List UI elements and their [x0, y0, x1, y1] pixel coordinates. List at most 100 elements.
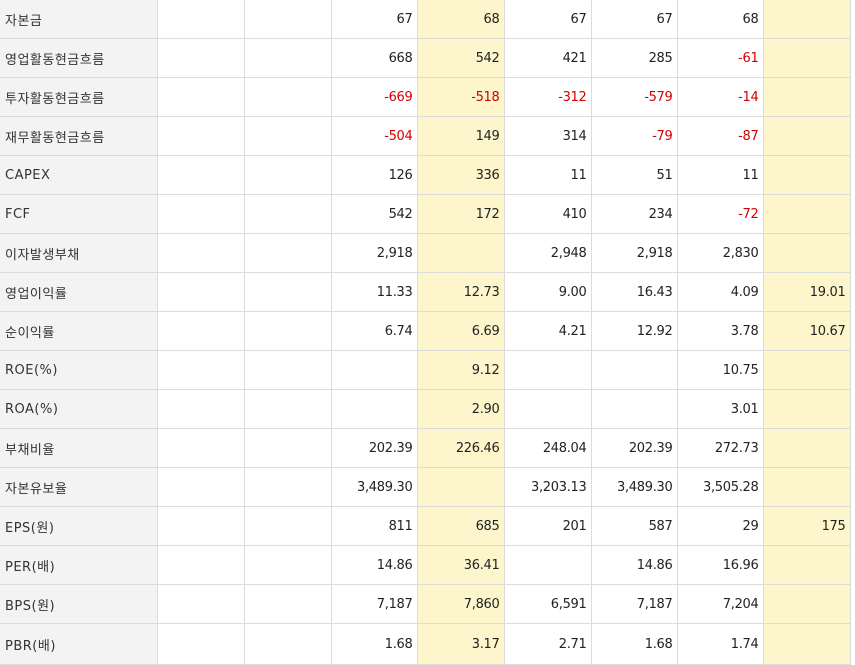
table-cell: 285 — [591, 38, 678, 78]
table-cell: 10.75 — [677, 350, 764, 390]
table-cell — [417, 467, 505, 507]
table-cell: 542 — [417, 38, 505, 78]
table-cell — [244, 584, 332, 624]
table-cell — [331, 350, 418, 390]
table-row: 부채비율 202.39 226.46 248.04 202.39 272.73 — [0, 428, 851, 468]
table-cell — [244, 311, 332, 351]
table-cell: -79 — [591, 116, 678, 156]
table-cell — [157, 38, 245, 78]
row-label: 영업이익률 — [0, 272, 158, 312]
table-cell — [157, 428, 245, 468]
table-cell: -579 — [591, 77, 678, 117]
table-cell — [763, 428, 851, 468]
table-cell — [244, 350, 332, 390]
row-label: PBR(배) — [0, 623, 158, 665]
table-cell: 51 — [591, 155, 678, 195]
table-cell: 16.43 — [591, 272, 678, 312]
table-cell: 2,918 — [591, 233, 678, 273]
row-label: 영업활동현금흐름 — [0, 38, 158, 78]
row-label: 순이익률 — [0, 311, 158, 351]
table-cell: 234 — [591, 194, 678, 234]
table-cell: 12.92 — [591, 311, 678, 351]
table-cell — [157, 389, 245, 429]
table-cell: 1.68 — [591, 623, 678, 665]
table-cell — [244, 194, 332, 234]
table-cell: 314 — [504, 116, 592, 156]
table-cell: 202.39 — [331, 428, 418, 468]
table-cell: 7,187 — [331, 584, 418, 624]
table-cell: 67 — [331, 0, 418, 39]
table-row: 자본유보율 3,489.30 3,203.13 3,489.30 3,505.28 — [0, 467, 851, 507]
table-cell — [157, 506, 245, 546]
table-cell — [244, 38, 332, 78]
table-cell: 4.09 — [677, 272, 764, 312]
table-cell — [157, 467, 245, 507]
table-cell — [157, 155, 245, 195]
table-cell — [244, 0, 332, 39]
table-cell — [244, 233, 332, 273]
table-cell: 67 — [591, 0, 678, 39]
table-cell — [763, 0, 851, 39]
table-cell — [157, 194, 245, 234]
table-cell — [504, 350, 592, 390]
row-label: 이자발생부채 — [0, 233, 158, 273]
table-cell: 2,948 — [504, 233, 592, 273]
table-cell: 410 — [504, 194, 592, 234]
table-cell: 4.21 — [504, 311, 592, 351]
table-cell: 126 — [331, 155, 418, 195]
table-cell: 7,187 — [591, 584, 678, 624]
table-cell: 421 — [504, 38, 592, 78]
table-row: 재무활동현금흐름 -504 149 314 -79 -87 — [0, 116, 851, 156]
table-cell — [157, 116, 245, 156]
table-cell: 7,204 — [677, 584, 764, 624]
table-cell — [244, 623, 332, 665]
table-row: 영업이익률 11.33 12.73 9.00 16.43 4.09 19.01 — [0, 272, 851, 312]
table-cell — [244, 428, 332, 468]
table-cell: 587 — [591, 506, 678, 546]
table-cell: 202.39 — [591, 428, 678, 468]
table-cell: 149 — [417, 116, 505, 156]
table-row: EPS(원) 811 685 201 587 29 175 — [0, 506, 851, 546]
row-label: EPS(원) — [0, 506, 158, 546]
row-label: 자본유보율 — [0, 467, 158, 507]
table-cell: 3.78 — [677, 311, 764, 351]
table-cell — [244, 506, 332, 546]
table-row: 순이익률 6.74 6.69 4.21 12.92 3.78 10.67 — [0, 311, 851, 351]
table-cell: 36.41 — [417, 545, 505, 585]
table-cell: 9.00 — [504, 272, 592, 312]
table-cell: -312 — [504, 77, 592, 117]
table-cell — [763, 194, 851, 234]
table-cell — [157, 233, 245, 273]
table-cell — [591, 350, 678, 390]
table-cell: -518 — [417, 77, 505, 117]
table-cell: -504 — [331, 116, 418, 156]
table-cell: -669 — [331, 77, 418, 117]
table-cell: 11 — [677, 155, 764, 195]
table-cell: 1.74 — [677, 623, 764, 665]
table-cell — [331, 389, 418, 429]
table-cell: 11.33 — [331, 272, 418, 312]
row-label: FCF — [0, 194, 158, 234]
table-cell: 2.90 — [417, 389, 505, 429]
table-cell: 67 — [504, 0, 592, 39]
table-row: ROA(%) 2.90 3.01 — [0, 389, 851, 429]
table-cell: -72 — [677, 194, 764, 234]
table-cell — [244, 467, 332, 507]
table-cell: 6.69 — [417, 311, 505, 351]
table-cell: -61 — [677, 38, 764, 78]
row-label: 자본금 — [0, 0, 158, 39]
table-cell — [157, 311, 245, 351]
table-row: CAPEX 126 336 11 51 11 — [0, 155, 851, 195]
table-cell — [763, 38, 851, 78]
table-cell — [504, 389, 592, 429]
table-cell — [157, 350, 245, 390]
row-label: 재무활동현금흐름 — [0, 116, 158, 156]
table-cell — [157, 272, 245, 312]
table-cell: 29 — [677, 506, 764, 546]
table-cell: 14.86 — [331, 545, 418, 585]
table-row: PBR(배) 1.68 3.17 2.71 1.68 1.74 — [0, 623, 851, 665]
table-cell — [763, 389, 851, 429]
table-cell — [763, 155, 851, 195]
table-cell: 3.17 — [417, 623, 505, 665]
table-cell: 272.73 — [677, 428, 764, 468]
